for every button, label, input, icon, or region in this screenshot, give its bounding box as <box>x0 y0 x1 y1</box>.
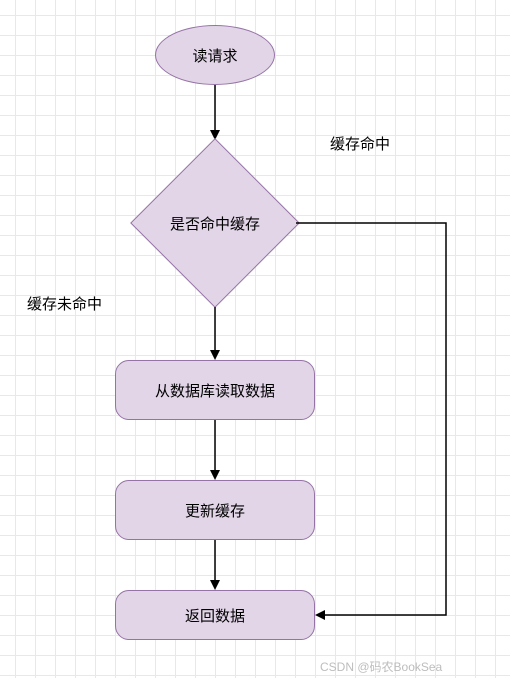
update-cache-node: 更新缓存 <box>115 480 315 540</box>
decision-node: 是否命中缓存 <box>155 163 275 283</box>
arrow-readdb-to-updatecache <box>215 420 216 480</box>
watermark: CSDN @码农BookSea <box>320 658 442 675</box>
arrow-updatecache-to-return <box>215 540 216 590</box>
arrow-decision-to-readdb <box>215 307 216 360</box>
return-data-label: 返回数据 <box>185 605 245 626</box>
read-db-label: 从数据库读取数据 <box>155 380 275 401</box>
arrow-start-to-decision <box>215 85 216 140</box>
update-cache-label: 更新缓存 <box>185 500 245 521</box>
cache-miss-label: 缓存未命中 <box>27 293 102 314</box>
start-node: 读请求 <box>155 25 275 85</box>
cache-hit-label: 缓存命中 <box>330 133 390 154</box>
decision-label: 是否命中缓存 <box>170 213 260 234</box>
read-db-node: 从数据库读取数据 <box>115 360 315 420</box>
return-data-node: 返回数据 <box>115 590 315 640</box>
start-label: 读请求 <box>192 45 237 66</box>
